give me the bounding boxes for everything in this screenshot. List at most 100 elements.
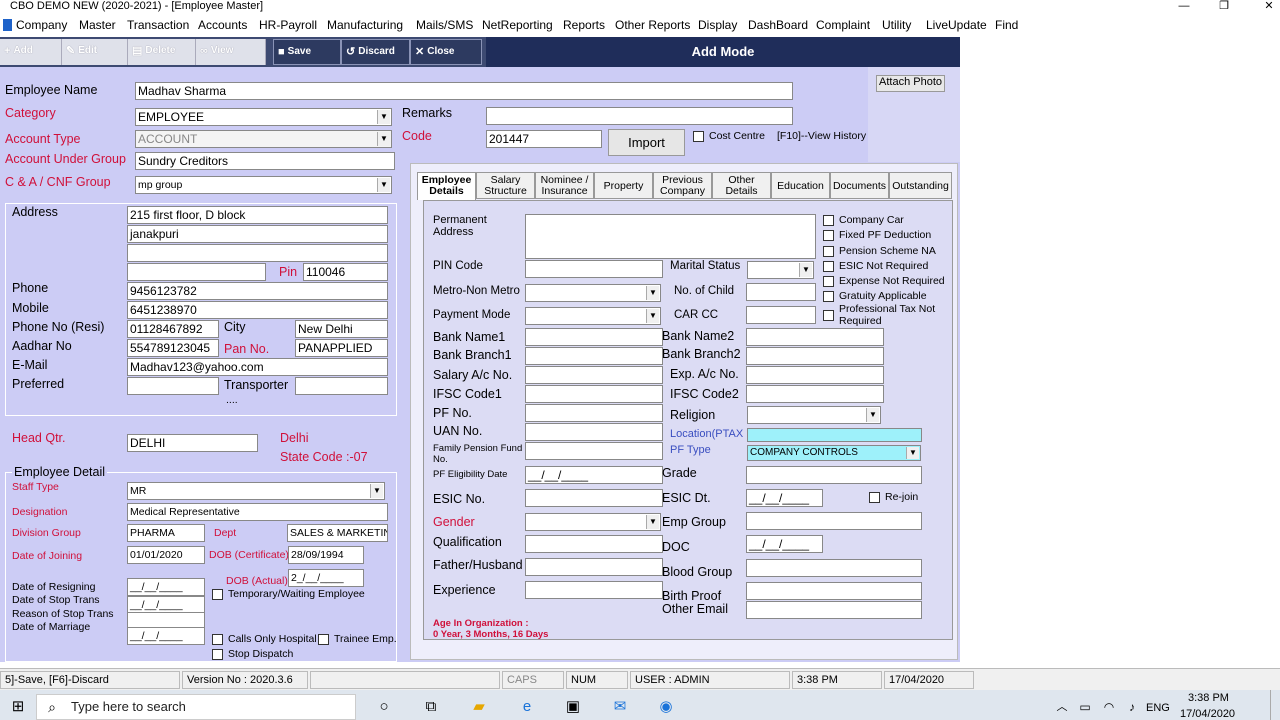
qualification-field[interactable]: [525, 535, 663, 553]
maximize-button[interactable]: ❐: [1210, 0, 1238, 14]
view-button[interactable]: ∞ View: [196, 39, 266, 65]
attach-photo-button[interactable]: Attach Photo: [876, 75, 945, 92]
menu-mails-sms[interactable]: Mails/SMS: [416, 18, 473, 32]
esic-not-required-checkbox[interactable]: [823, 261, 834, 272]
close-button[interactable]: ✕ Close: [410, 39, 482, 65]
menu-transaction[interactable]: Transaction: [127, 18, 189, 32]
show-desktop-button[interactable]: [1270, 690, 1280, 720]
clock-date[interactable]: 17/04/2020: [1180, 708, 1235, 720]
task-view-icon[interactable]: ⧉: [419, 696, 443, 718]
menu-accounts[interactable]: Accounts: [198, 18, 247, 32]
discard-button[interactable]: ↺ Discard: [341, 39, 410, 65]
bank-branch1-field[interactable]: [525, 347, 663, 365]
menu-liveupdate[interactable]: LiveUpdate: [926, 18, 987, 32]
cnf-group-select[interactable]: mp group ▼: [135, 176, 392, 194]
pf-type-select[interactable]: COMPANY CONTROLS ▼: [747, 445, 921, 461]
dob-actual-field[interactable]: 2_/__/____: [288, 569, 364, 587]
menu-complaint[interactable]: Complaint: [816, 18, 870, 32]
store-icon[interactable]: ▣: [561, 696, 585, 718]
pin-code-field[interactable]: [525, 260, 663, 278]
file-explorer-icon[interactable]: ▰: [467, 696, 491, 718]
pf-no-field[interactable]: [525, 404, 663, 422]
account-under-group-field[interactable]: Sundry Creditors: [135, 152, 395, 170]
mail-icon[interactable]: ✉: [608, 696, 632, 718]
address-line4-field[interactable]: [127, 263, 266, 281]
family-pension-field[interactable]: [525, 442, 663, 460]
dept-field[interactable]: SALES & MARKETING: [287, 524, 388, 542]
code-field[interactable]: 201447: [486, 130, 602, 148]
ifsc1-field[interactable]: [525, 385, 663, 403]
add-button[interactable]: + Add: [0, 39, 62, 65]
account-type-select[interactable]: ACCOUNT ▼: [135, 130, 392, 148]
menu-display[interactable]: Display: [698, 18, 737, 32]
cost-centre-checkbox[interactable]: [693, 131, 704, 142]
doj-field[interactable]: 01/01/2020: [127, 546, 205, 564]
resigning-field[interactable]: __/__/____: [127, 578, 205, 596]
bank-branch2-field[interactable]: [746, 347, 884, 365]
payment-mode-select[interactable]: ▼: [525, 307, 661, 325]
delete-button[interactable]: ▤ Delete: [128, 39, 196, 65]
battery-icon[interactable]: ▭: [1073, 696, 1097, 718]
rejoin-checkbox[interactable]: [869, 492, 880, 503]
language-indicator[interactable]: ENG: [1146, 702, 1170, 714]
minimize-button[interactable]: —: [1170, 0, 1198, 14]
car-cc-field[interactable]: [746, 306, 816, 324]
category-select[interactable]: EMPLOYEE ▼: [135, 108, 392, 126]
import-button[interactable]: Import: [608, 129, 685, 156]
menu-manufacturing[interactable]: Manufacturing: [327, 18, 403, 32]
metro-select[interactable]: ▼: [525, 284, 661, 302]
clock-time[interactable]: 3:38 PM: [1188, 692, 1229, 704]
temporary-checkbox[interactable]: [212, 589, 223, 600]
remarks-field[interactable]: [486, 107, 793, 125]
ifsc2-field[interactable]: [746, 385, 884, 403]
menu-master[interactable]: Master: [79, 18, 116, 32]
religion-select[interactable]: ▼: [747, 406, 881, 424]
pan-field[interactable]: PANAPPLIED: [295, 339, 388, 357]
address-line1-field[interactable]: 215 first floor, D block: [127, 206, 388, 224]
edit-button[interactable]: ✎ Edit: [62, 39, 128, 65]
stop-dispatch-checkbox[interactable]: [212, 649, 223, 660]
exp-ac-field[interactable]: [746, 366, 884, 384]
uan-no-field[interactable]: [525, 423, 663, 441]
experience-field[interactable]: [525, 581, 663, 599]
no-of-child-field[interactable]: [746, 283, 816, 301]
esic-dt-field[interactable]: __/__/____: [746, 489, 823, 507]
windows-start-icon[interactable]: ⊞: [6, 696, 30, 718]
bank-name2-field[interactable]: [746, 328, 884, 346]
head-qtr-field[interactable]: DELHI: [127, 434, 258, 452]
edge-browser-icon[interactable]: e: [515, 696, 539, 718]
dob-cert-field[interactable]: 28/09/1994: [288, 546, 364, 564]
tab-other-details[interactable]: Other Details: [712, 172, 771, 199]
trainee-checkbox[interactable]: [318, 634, 329, 645]
staff-type-select[interactable]: MR ▼: [127, 482, 385, 500]
pension-scheme-checkbox[interactable]: [823, 246, 834, 257]
preferred-field[interactable]: [127, 377, 219, 395]
doc-field[interactable]: __/__/____: [746, 535, 823, 553]
menu-reports[interactable]: Reports: [563, 18, 605, 32]
menu-utility[interactable]: Utility: [882, 18, 911, 32]
chevron-up-icon[interactable]: ︿: [1050, 696, 1074, 718]
bank-name1-field[interactable]: [525, 328, 663, 346]
professional-tax-checkbox[interactable]: [823, 310, 834, 321]
employee-name-field[interactable]: Madhav Sharma: [135, 82, 793, 100]
marriage-field[interactable]: __/__/____: [127, 627, 205, 645]
tab-property[interactable]: Property: [594, 172, 653, 199]
address-line3-field[interactable]: [127, 244, 388, 262]
cortana-icon[interactable]: ○: [372, 696, 396, 718]
division-group-field[interactable]: PHARMA: [127, 524, 205, 542]
menu-netreporting[interactable]: NetReporting: [482, 18, 553, 32]
tab-nominee-insurance[interactable]: Nominee / Insurance: [535, 172, 594, 199]
pin-field[interactable]: 110046: [303, 263, 388, 281]
esic-no-field[interactable]: [525, 489, 663, 507]
tab-previous-company[interactable]: Previous Company: [653, 172, 712, 199]
birth-proof-field[interactable]: [746, 582, 922, 600]
app-taskbar-icon[interactable]: ◉: [654, 696, 678, 718]
pf-eligibility-field[interactable]: __/__/____: [525, 466, 663, 484]
grade-field[interactable]: [746, 466, 922, 484]
tab-salary-structure[interactable]: Salary Structure: [476, 172, 535, 199]
blood-group-field[interactable]: [746, 559, 922, 577]
address-line2-field[interactable]: janakpuri: [127, 225, 388, 243]
company-car-checkbox[interactable]: [823, 215, 834, 226]
tab-education[interactable]: Education: [771, 172, 830, 199]
menu-other-reports[interactable]: Other Reports: [615, 18, 690, 32]
